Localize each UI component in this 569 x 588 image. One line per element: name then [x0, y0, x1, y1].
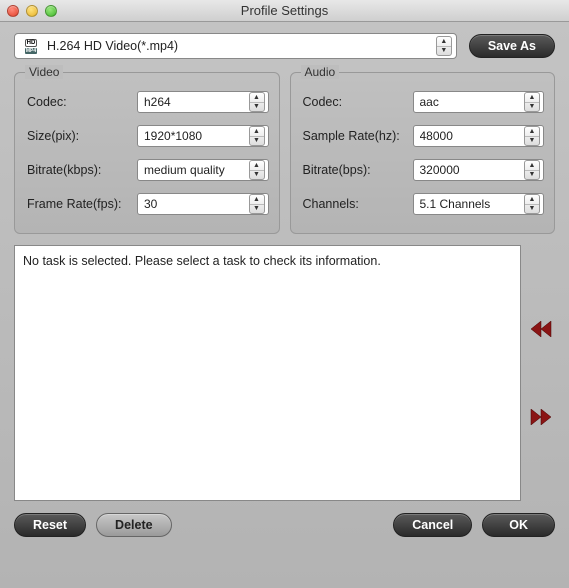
video-title: Video — [25, 65, 63, 79]
save-as-button[interactable]: Save As — [469, 34, 555, 58]
audio-samplerate-label: Sample Rate(hz): — [303, 129, 413, 143]
stepper-icon[interactable]: ▲▼ — [249, 160, 265, 180]
delete-button[interactable]: Delete — [96, 513, 172, 537]
profile-select[interactable]: HDMP4 H.264 HD Video(*.mp4) ▲▼ — [14, 33, 457, 59]
audio-title: Audio — [301, 65, 340, 79]
stepper-icon[interactable]: ▲▼ — [524, 92, 540, 112]
audio-channels-value: 5.1 Channels — [420, 197, 525, 211]
zoom-icon[interactable] — [45, 5, 57, 17]
audio-codec-select[interactable]: aac ▲▼ — [413, 91, 545, 113]
titlebar: Profile Settings — [0, 0, 569, 22]
stepper-icon[interactable]: ▲▼ — [524, 194, 540, 214]
window-title: Profile Settings — [0, 3, 569, 18]
double-right-icon — [529, 409, 553, 425]
close-icon[interactable] — [7, 5, 19, 17]
profile-label: H.264 HD Video(*.mp4) — [47, 39, 436, 53]
video-codec-value: h264 — [144, 95, 249, 109]
video-bitrate-select[interactable]: medium quality ▲▼ — [137, 159, 269, 181]
stepper-icon[interactable]: ▲▼ — [249, 92, 265, 112]
audio-samplerate-value: 48000 — [420, 129, 525, 143]
audio-codec-label: Codec: — [303, 95, 413, 109]
cancel-button[interactable]: Cancel — [393, 513, 472, 537]
reset-button[interactable]: Reset — [14, 513, 86, 537]
video-bitrate-value: medium quality — [144, 163, 249, 177]
nav-column — [527, 245, 555, 501]
next-button[interactable] — [529, 408, 553, 426]
audio-samplerate-select[interactable]: 48000 ▲▼ — [413, 125, 545, 147]
video-group: Video Codec: h264 ▲▼ Size(pix): 1920*108… — [14, 72, 280, 234]
video-size-select[interactable]: 1920*1080 ▲▼ — [137, 125, 269, 147]
video-framerate-select[interactable]: 30 ▲▼ — [137, 193, 269, 215]
stepper-icon[interactable]: ▲▼ — [524, 126, 540, 146]
audio-channels-label: Channels: — [303, 197, 413, 211]
minimize-icon[interactable] — [26, 5, 38, 17]
video-size-label: Size(pix): — [27, 129, 137, 143]
audio-channels-select[interactable]: 5.1 Channels ▲▼ — [413, 193, 545, 215]
window-controls — [7, 5, 57, 17]
prev-button[interactable] — [529, 320, 553, 338]
video-codec-label: Codec: — [27, 95, 137, 109]
audio-bitrate-select[interactable]: 320000 ▲▼ — [413, 159, 545, 181]
audio-codec-value: aac — [420, 95, 525, 109]
stepper-icon[interactable]: ▲▼ — [249, 126, 265, 146]
format-icon: HDMP4 — [21, 37, 41, 55]
stepper-icon[interactable]: ▲▼ — [436, 36, 452, 56]
stepper-icon[interactable]: ▲▼ — [524, 160, 540, 180]
video-size-value: 1920*1080 — [144, 129, 249, 143]
video-framerate-value: 30 — [144, 197, 249, 211]
task-info-box: No task is selected. Please select a tas… — [14, 245, 521, 501]
task-empty-message: No task is selected. Please select a tas… — [23, 254, 381, 268]
video-bitrate-label: Bitrate(kbps): — [27, 163, 137, 177]
video-framerate-label: Frame Rate(fps): — [27, 197, 137, 211]
audio-bitrate-label: Bitrate(bps): — [303, 163, 413, 177]
stepper-icon[interactable]: ▲▼ — [249, 194, 265, 214]
audio-bitrate-value: 320000 — [420, 163, 525, 177]
double-left-icon — [529, 321, 553, 337]
audio-group: Audio Codec: aac ▲▼ Sample Rate(hz): 480… — [290, 72, 556, 234]
ok-button[interactable]: OK — [482, 513, 555, 537]
video-codec-select[interactable]: h264 ▲▼ — [137, 91, 269, 113]
